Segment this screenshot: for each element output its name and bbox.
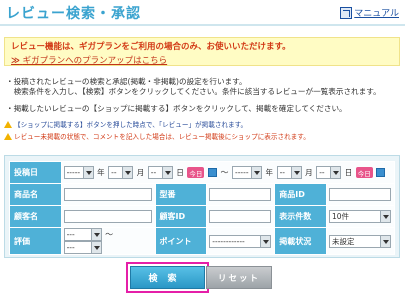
customer-name-label: 顧客名 (9, 205, 62, 228)
chevron-down-icon (330, 167, 341, 178)
warning-text: 【ショップに掲載する】ボタンを押した時点で、「レビュー」が掲載されます。 (14, 121, 248, 129)
warning-text: レビュー未掲載の状態で、コメントを記入した場合は、レビュー掲載後にショップに表示… (14, 133, 310, 141)
title-bar: レビュー検索・承認 マニュアル (0, 0, 405, 24)
month-to-select[interactable]: -- (276, 166, 302, 179)
point-select[interactable]: ------------ (209, 234, 272, 248)
plan-notice-text: レビュー機能は、ギガプランをご利用の場合のみ、お使いいただけます。 (11, 42, 291, 52)
model-input[interactable] (209, 188, 272, 201)
manual-link-label[interactable]: マニュアル (354, 6, 399, 19)
year-unit: 年 (97, 168, 105, 177)
chevron-down-icon (251, 167, 261, 178)
warning-icon (4, 132, 12, 140)
chevron-down-icon (161, 167, 172, 178)
chevron-down-icon (122, 167, 133, 178)
product-id-label: 商品ID (274, 183, 327, 206)
range-separator: ～ (105, 230, 114, 239)
customer-id-input[interactable] (209, 210, 272, 223)
customer-id-label: 顧客ID (154, 205, 208, 228)
page-title: レビュー検索・承認 (6, 6, 141, 22)
calendar-icon[interactable] (376, 168, 386, 177)
button-row: 検索 リセット (0, 262, 405, 294)
search-button[interactable]: 検索 (130, 266, 205, 289)
plan-upgrade-link[interactable]: ≫ ギガプランへのプランアップはこちら (11, 54, 393, 66)
display-count-label: 表示件数 (274, 205, 327, 228)
year-from-select[interactable]: ----- (63, 166, 94, 179)
display-count-select[interactable]: 10件 (328, 210, 391, 223)
calendar-icon[interactable] (207, 168, 217, 177)
year-unit: 年 (265, 168, 274, 177)
search-table: 投稿日 ----- 年 -- 月 -- 日 今日 ～ ----- 年 -- 月 … (9, 161, 396, 255)
plan-notice: レビュー機能は、ギガプランをご利用の場合のみ、お使いいただけます。 ≫ ギガプラ… (4, 37, 400, 66)
product-id-input[interactable] (328, 188, 391, 201)
chevron-down-icon (82, 167, 93, 178)
warning-item: レビュー未掲載の状態で、コメントを記入した場合は、レビュー掲載後にショップに表示… (4, 131, 310, 141)
chevron-down-icon (290, 167, 301, 178)
plan-upgrade-link-label[interactable]: ギガプランへのプランアップはこちら (23, 56, 168, 66)
warning-icon (4, 120, 12, 128)
chevron-down-icon (90, 242, 101, 253)
reset-button[interactable]: リセット (206, 266, 272, 289)
post-date-label: 投稿日 (9, 161, 62, 184)
external-window-icon (340, 6, 353, 19)
day-to-select[interactable]: -- (316, 166, 342, 179)
warning-item: 【ショップに掲載する】ボタンを押した時点で、「レビュー」が掲載されます。 (4, 119, 247, 129)
manual-link[interactable]: マニュアル (340, 6, 399, 19)
search-form: 投稿日 ----- 年 -- 月 -- 日 今日 ～ ----- 年 -- 月 … (4, 155, 400, 258)
month-unit: 月 (305, 168, 313, 177)
post-date-range: ----- 年 -- 月 -- 日 今日 ～ ----- 年 -- 月 -- 日… (60, 161, 396, 184)
day-from-select[interactable]: -- (147, 166, 173, 179)
month-unit: 月 (136, 168, 145, 177)
double-arrow-icon: ≫ (11, 56, 20, 66)
point-label: ポイント (154, 227, 208, 255)
publish-status-label: 掲載状況 (274, 227, 327, 255)
today-from-button[interactable]: 今日 (187, 167, 205, 178)
today-to-button[interactable]: 今日 (355, 167, 373, 178)
description-line: 検索条件を入力し、【検索】ボタンをクリックしてください。条件に該当するレビューが… (6, 87, 381, 96)
month-from-select[interactable]: -- (108, 166, 134, 179)
rating-to-select[interactable]: --- (63, 241, 102, 254)
chevron-down-icon (379, 235, 390, 247)
product-name-input[interactable] (63, 188, 152, 201)
chevron-down-icon (260, 235, 271, 247)
day-unit: 日 (344, 168, 353, 177)
publish-status-select[interactable]: 未設定 (328, 234, 391, 248)
day-unit: 日 (176, 168, 184, 177)
chevron-down-icon (90, 229, 101, 240)
description-line: ・掲載したいレビューの【ショップに掲載する】ボタンをクリックして、掲載を確定して… (6, 104, 347, 113)
rating-label: 評価 (9, 227, 62, 255)
model-label: 型番 (154, 183, 208, 206)
range-separator: ～ (220, 168, 229, 177)
customer-name-input[interactable] (63, 210, 152, 223)
title-divider (0, 24, 405, 26)
product-name-label: 商品名 (9, 183, 62, 206)
year-to-select[interactable]: ----- (232, 166, 262, 179)
rating-from-select[interactable]: --- (63, 228, 102, 241)
chevron-down-icon (379, 211, 390, 222)
